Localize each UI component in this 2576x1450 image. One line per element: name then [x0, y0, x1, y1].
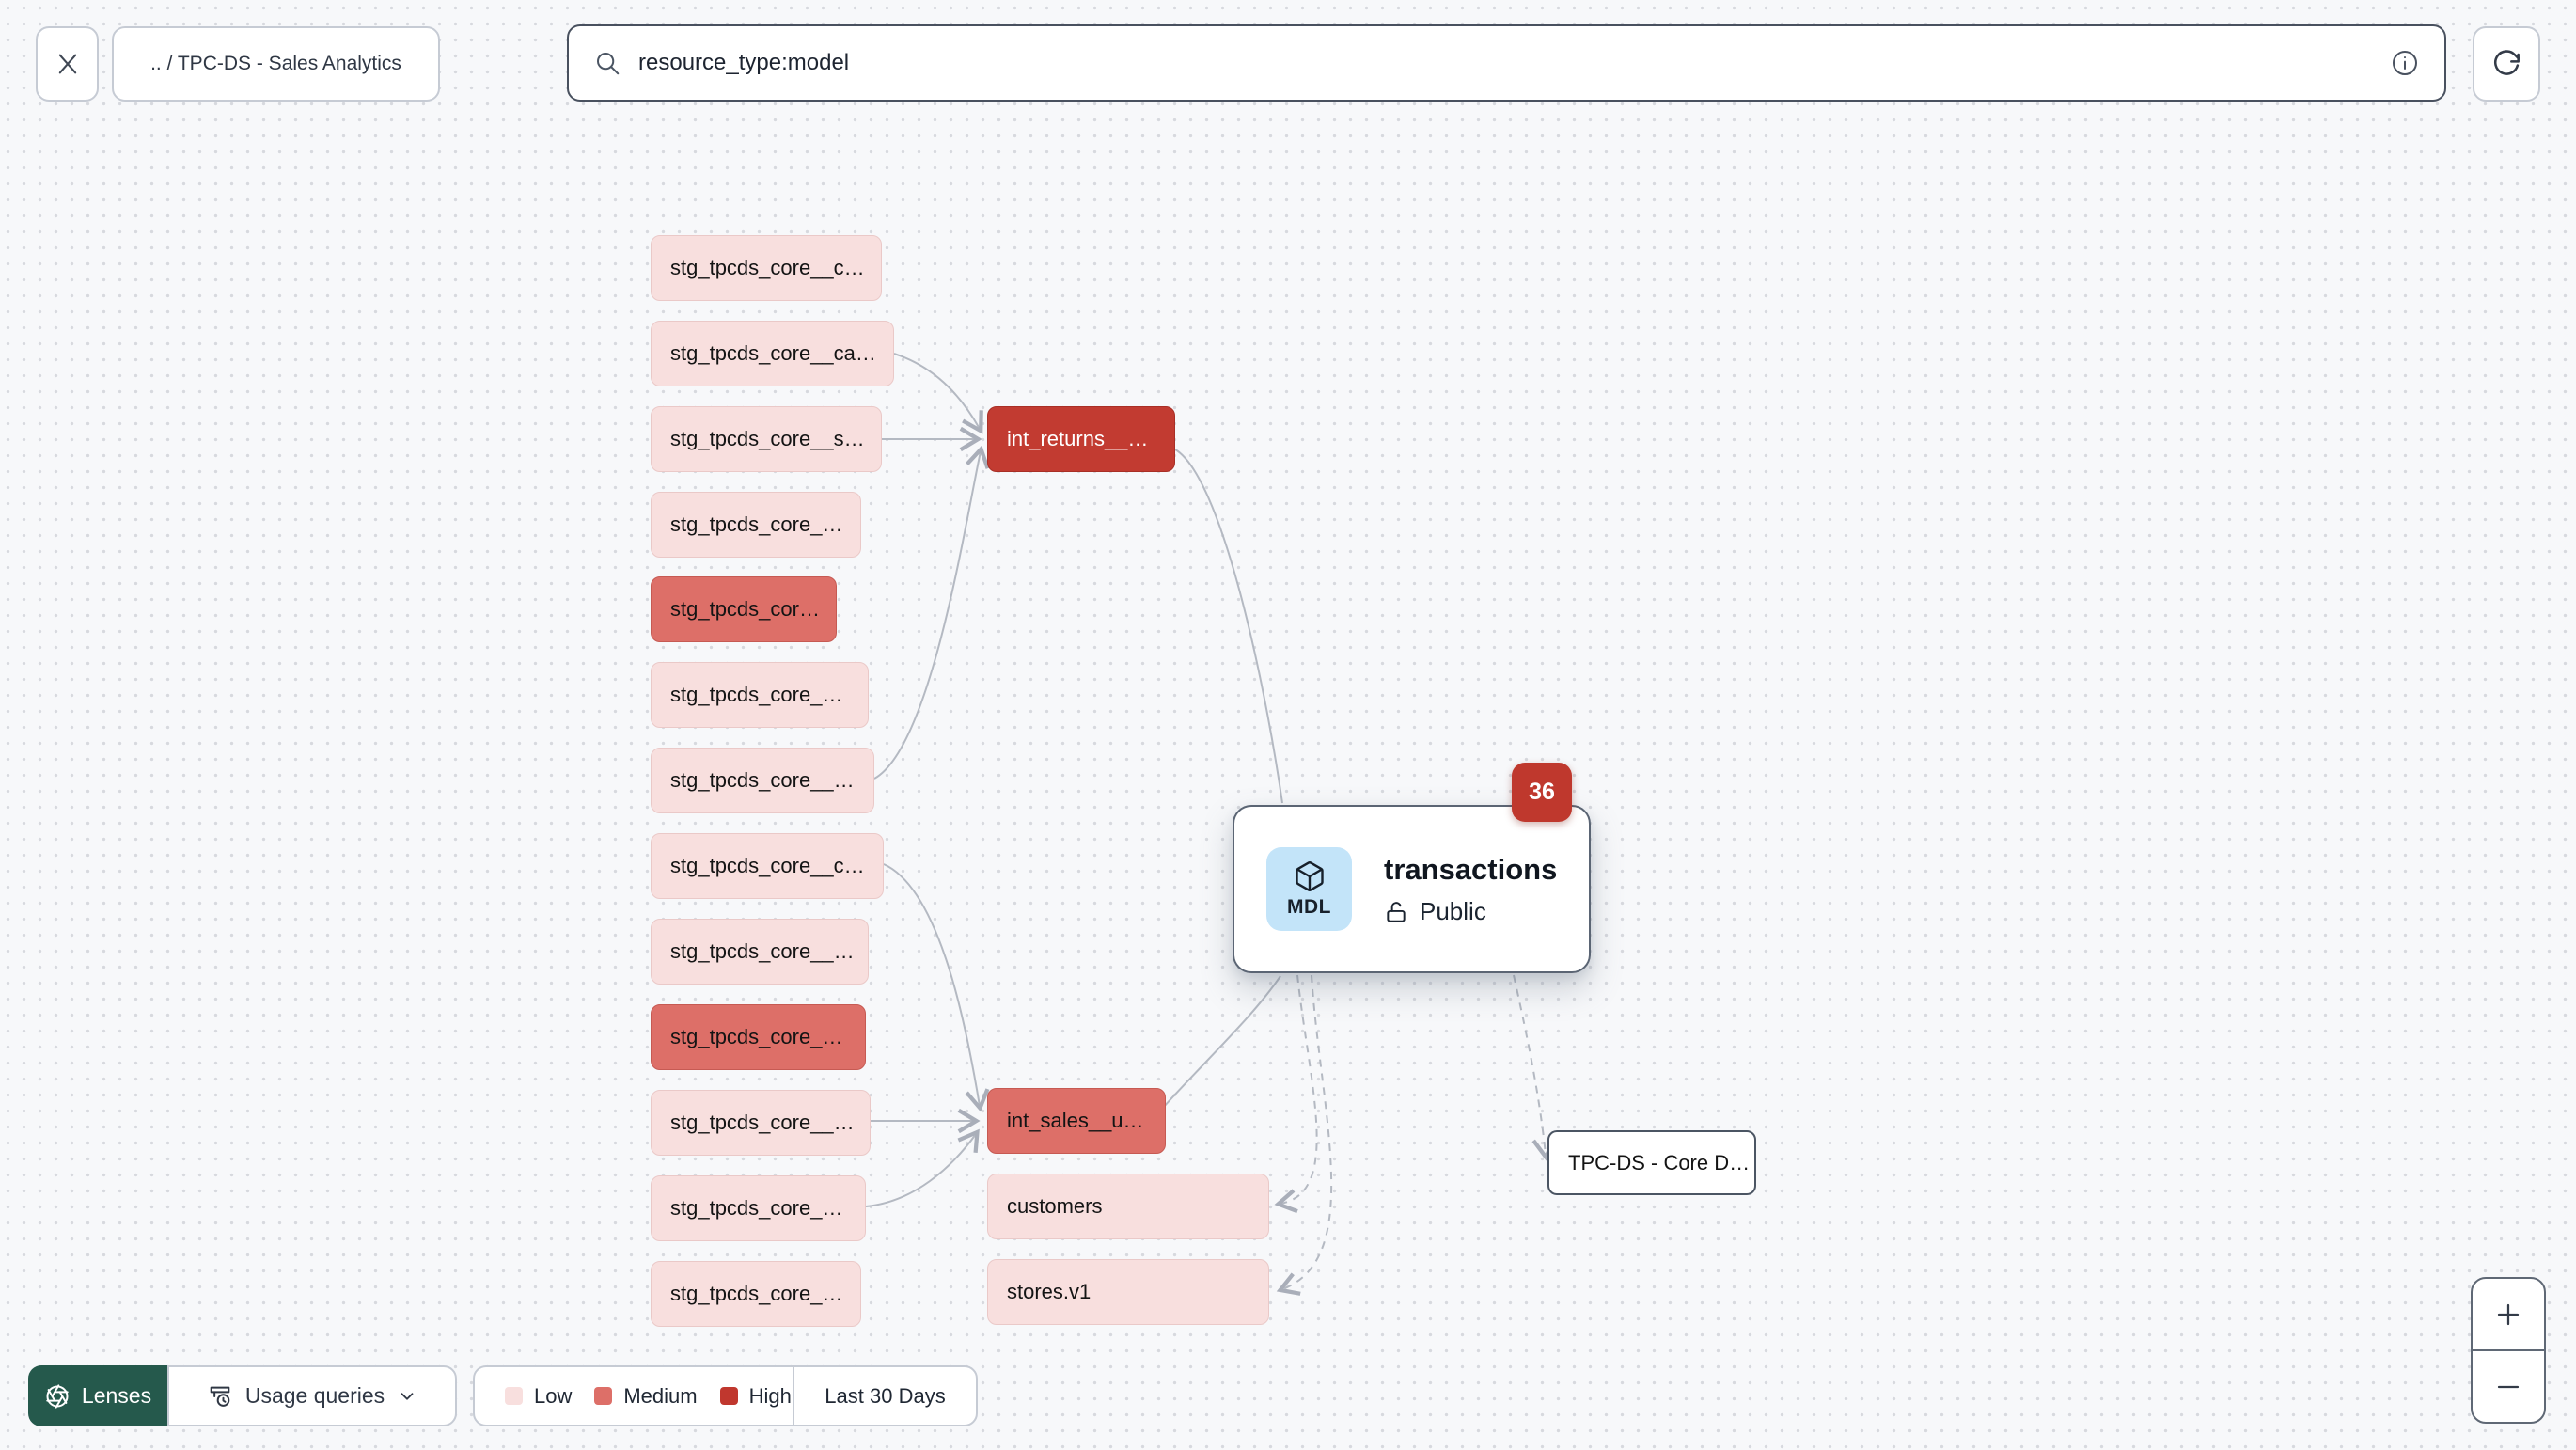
- node-staging[interactable]: stg_tpcds_core__c…: [651, 235, 882, 301]
- node-label: stg_tpcds_core_…: [670, 1025, 843, 1048]
- aperture-icon: [46, 1383, 69, 1409]
- node-int-returns[interactable]: int_returns__…: [987, 406, 1175, 472]
- edge-dashed: [1276, 974, 1333, 1296]
- lenses-button[interactable]: Lenses: [28, 1365, 167, 1426]
- node-label: stg_tpcds_core__c…: [670, 854, 865, 877]
- usage-queries-label: Usage queries: [244, 1383, 385, 1408]
- lineage-canvas[interactable]: .. / TPC-DS - Sales Analytics stg_tpcds_…: [0, 0, 2576, 1450]
- node-int-sales[interactable]: int_sales__u…: [987, 1088, 1166, 1154]
- legend-item-high: High: [719, 1383, 792, 1409]
- edge: [865, 1128, 980, 1207]
- medium-swatch: [594, 1387, 613, 1405]
- legend-label: Low: [534, 1383, 573, 1408]
- node-label: stg_tpcds_core__ca…: [670, 341, 876, 365]
- node-staging[interactable]: stg_tpcds_core__…: [651, 748, 874, 813]
- legend-item-low: Low: [505, 1384, 572, 1409]
- node-label: stg_tpcds_core_…: [670, 1282, 843, 1305]
- lenses-label: Lenses: [81, 1383, 152, 1408]
- edge-dashed: [1513, 974, 1557, 1161]
- node-label: stg_tpcds_core_…: [670, 1196, 843, 1220]
- edge-dashed: [1274, 974, 1318, 1214]
- edge: [893, 353, 983, 434]
- chevron-down-icon: [401, 1392, 414, 1400]
- node-staging[interactable]: stg_tpcds_core__c…: [651, 833, 884, 899]
- legend-bar: Low Medium High Last 30 Days: [473, 1365, 978, 1426]
- legend-item-medium: Medium: [594, 1383, 698, 1409]
- usage-queries-dropdown[interactable]: Usage queries: [167, 1365, 457, 1426]
- breadcrumb-button[interactable]: .. / TPC-DS - Sales Analytics: [112, 26, 440, 102]
- node-staging[interactable]: stg_tpcds_core_…: [651, 662, 869, 728]
- severity-legend: Low Medium High: [475, 1367, 793, 1425]
- close-icon: [58, 54, 76, 74]
- edge: [1174, 449, 1283, 804]
- refresh-icon: [2494, 50, 2520, 75]
- edge: [883, 863, 990, 1112]
- focus-card-title: transactions: [1384, 852, 1558, 886]
- node-label: stores.v1: [1007, 1280, 1092, 1303]
- node-staging[interactable]: stg_tpcds_core_…: [651, 1175, 866, 1241]
- node-staging[interactable]: stg_tpcds_cor…: [651, 576, 837, 642]
- zoom-out-button[interactable]: [2473, 1351, 2544, 1422]
- low-swatch: [505, 1387, 523, 1405]
- node-label: stg_tpcds_core__…: [670, 1111, 855, 1134]
- usage-count: 36: [1529, 779, 1555, 805]
- access-label: Public: [1420, 897, 1486, 926]
- node-label: stg_tpcds_core__…: [670, 768, 855, 792]
- node-staging[interactable]: stg_tpcds_core_…: [651, 1004, 866, 1070]
- node-staging[interactable]: stg_tpcds_core_…: [651, 1261, 861, 1327]
- time-range-label: Last 30 Days: [825, 1383, 946, 1408]
- node-label: customers: [1007, 1194, 1103, 1218]
- search-icon: [597, 53, 620, 75]
- node-label: stg_tpcds_core_…: [670, 512, 843, 536]
- node-label: int_returns__…: [1007, 427, 1149, 450]
- focus-card-transactions[interactable]: MDL transactions Public: [1233, 805, 1591, 973]
- breadcrumb: .. / TPC-DS - Sales Analytics: [150, 53, 401, 74]
- info-icon[interactable]: [2390, 48, 2420, 78]
- node-label: TPC-DS - Core D…: [1568, 1150, 1751, 1174]
- high-swatch: [719, 1387, 738, 1405]
- usage-queries-icon: [210, 1386, 230, 1407]
- model-type-badge: MDL: [1266, 847, 1352, 931]
- minus-icon: [2497, 1385, 2520, 1388]
- model-type-label: MDL: [1287, 896, 1331, 918]
- edge: [873, 445, 990, 780]
- search-input[interactable]: [638, 50, 2373, 76]
- refresh-button[interactable]: [2473, 26, 2540, 102]
- node-label: stg_tpcds_core__s…: [670, 427, 865, 450]
- node-staging[interactable]: stg_tpcds_core_…: [651, 492, 861, 558]
- node-label: stg_tpcds_cor…: [670, 597, 820, 621]
- edge: [1162, 975, 1281, 1109]
- node-staging[interactable]: stg_tpcds_core__…: [651, 919, 869, 985]
- time-range-button[interactable]: Last 30 Days: [794, 1367, 976, 1425]
- legend-label: Medium: [623, 1383, 698, 1408]
- lineage-edges: [865, 353, 1557, 1296]
- legend-label: High: [748, 1383, 792, 1408]
- node-staging[interactable]: stg_tpcds_core__…: [651, 1090, 871, 1156]
- unlock-icon: [1387, 902, 1406, 922]
- plus-icon: [2497, 1303, 2520, 1325]
- usage-count-badge: 36: [1512, 763, 1572, 822]
- zoom-controls: [2471, 1277, 2546, 1424]
- cube-icon: [1295, 861, 1324, 891]
- node-customers[interactable]: customers: [987, 1174, 1269, 1239]
- focus-card-body: transactions Public: [1384, 852, 1557, 927]
- node-label: stg_tpcds_core_…: [670, 683, 843, 706]
- node-label: stg_tpcds_core__c…: [670, 256, 865, 279]
- node-exposure[interactable]: TPC-DS - Core D…: [1547, 1130, 1756, 1195]
- node-label: int_sales__u…: [1007, 1109, 1144, 1132]
- node-label: stg_tpcds_core__…: [670, 939, 855, 963]
- node-stores[interactable]: stores.v1: [987, 1259, 1269, 1325]
- node-staging[interactable]: stg_tpcds_core__ca…: [651, 321, 894, 386]
- node-staging[interactable]: stg_tpcds_core__s…: [651, 406, 882, 472]
- search-bar[interactable]: [567, 24, 2446, 102]
- zoom-in-button[interactable]: [2473, 1279, 2544, 1349]
- close-button[interactable]: [36, 26, 99, 102]
